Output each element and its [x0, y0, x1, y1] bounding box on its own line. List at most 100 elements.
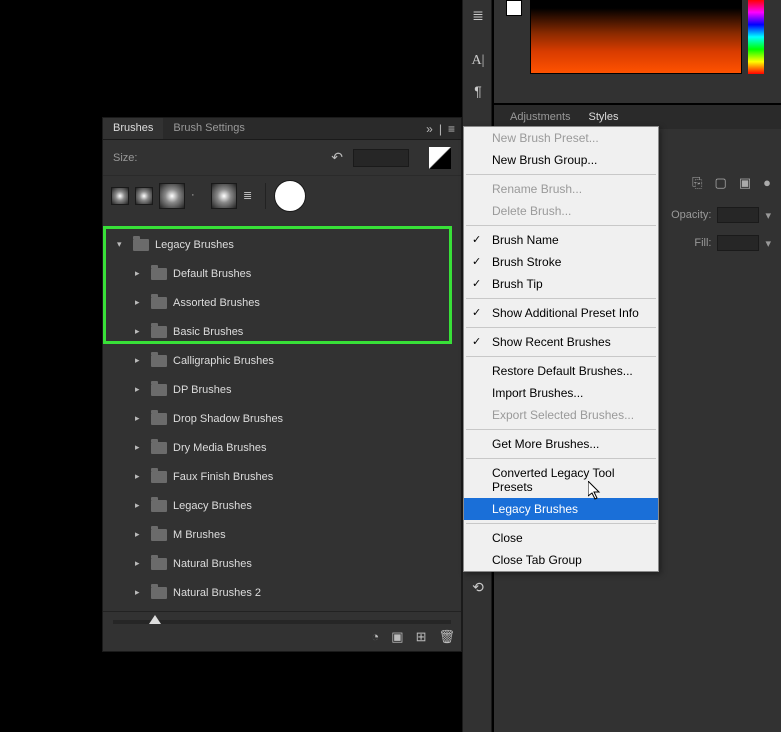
folder-icon — [151, 297, 167, 309]
panel-footer: ◔ ▣ ⊞ 🗑 — [103, 611, 461, 651]
character-icon[interactable]: A| — [463, 46, 493, 76]
tree-item[interactable]: ▸Drop Shadow Brushes — [107, 404, 457, 433]
expand-icon[interactable]: » — [426, 122, 433, 136]
folder-icon — [151, 500, 167, 512]
menu-separator — [466, 429, 656, 430]
brush-tree: ▾ Legacy Brushes ▸Default Brushes ▸Assor… — [107, 230, 457, 609]
opacity-label: Opacity: — [671, 209, 711, 221]
menu-converted-legacy[interactable]: Converted Legacy Tool Presets — [464, 462, 658, 498]
transform-icons: ⎘ ▢ ▣ ● — [692, 175, 771, 191]
thumbnail-size-slider[interactable] — [113, 620, 451, 624]
tab-styles[interactable]: Styles — [589, 111, 619, 123]
size-row: Size: ↶ — [103, 140, 461, 176]
menu-separator — [466, 174, 656, 175]
tree-item[interactable]: ▸Legacy Brushes — [107, 491, 457, 520]
folder-icon — [151, 442, 167, 454]
hue-slider[interactable] — [748, 0, 764, 74]
caret-right-icon: ▸ — [135, 384, 145, 395]
menu-show-recent[interactable]: ✓Show Recent Brushes — [464, 331, 658, 353]
brush-thumb[interactable] — [135, 187, 153, 205]
menu-rename-brush[interactable]: Rename Brush... — [464, 178, 658, 200]
tree-root[interactable]: ▾ Legacy Brushes — [107, 230, 457, 259]
caret-right-icon: ▸ — [135, 326, 145, 337]
brush-thumb[interactable] — [211, 183, 237, 209]
dot-icon: · — [191, 189, 205, 203]
brushes-panel-menu: New Brush Preset... New Brush Group... R… — [463, 126, 659, 572]
menu-separator — [466, 523, 656, 524]
tab-brush-settings[interactable]: Brush Settings — [163, 118, 255, 139]
bounds-icon[interactable]: ▢ — [715, 175, 727, 191]
tree-item[interactable]: ▸Assorted Brushes — [107, 288, 457, 317]
tab-adjustments[interactable]: Adjustments — [510, 111, 571, 123]
check-icon: ✓ — [472, 255, 481, 268]
folder-icon — [151, 587, 167, 599]
tree-item[interactable]: ▸Natural Brushes 2 — [107, 578, 457, 607]
preview-toggle-icon[interactable]: ◔ — [371, 629, 379, 645]
folder-icon — [151, 413, 167, 425]
brush-preview-swatch[interactable] — [429, 147, 451, 169]
foreground-swatch[interactable] — [506, 0, 522, 16]
cursor-icon — [588, 481, 602, 501]
brush-thumb[interactable] — [159, 183, 185, 209]
tree-item[interactable]: ▸Natural Brushes — [107, 549, 457, 578]
chevron-down-icon[interactable]: ▾ — [765, 209, 771, 222]
tree-item[interactable]: ▸ DP Brushes — [107, 375, 457, 404]
tree-item[interactable]: ▸Calligraphic Brushes — [107, 346, 457, 375]
menu-restore-default[interactable]: Restore Default Brushes... — [464, 360, 658, 382]
save-preset-icon[interactable]: ▣ — [391, 629, 403, 645]
brush-thumb-large[interactable] — [274, 180, 306, 212]
chevron-down-icon[interactable]: ▾ — [765, 237, 771, 250]
menu-new-brush-preset[interactable]: New Brush Preset... — [464, 127, 658, 149]
separator — [265, 183, 266, 209]
tree-label: Assorted Brushes — [173, 297, 260, 309]
menu-new-brush-group[interactable]: New Brush Group... — [464, 149, 658, 171]
align-icon[interactable]: ▣ — [739, 175, 751, 191]
caret-right-icon: ▸ — [135, 268, 145, 279]
tree-item[interactable]: ▸Basic Brushes — [107, 317, 457, 346]
tree-label: Legacy Brushes — [173, 500, 252, 512]
opacity-field[interactable] — [717, 207, 759, 223]
history-icon[interactable]: ⟲ — [463, 572, 493, 602]
tab-brushes[interactable]: Brushes — [103, 118, 163, 139]
menu-brush-stroke[interactable]: ✓Brush Stroke — [464, 251, 658, 273]
size-input[interactable] — [353, 149, 409, 167]
slider-knob[interactable] — [149, 615, 161, 624]
panel-menu-icon[interactable]: ≡ — [448, 122, 455, 136]
trash-icon[interactable]: 🗑 — [438, 629, 455, 645]
menu-separator — [466, 356, 656, 357]
menu-separator — [466, 298, 656, 299]
menu-import-brushes[interactable]: Import Brushes... — [464, 382, 658, 404]
tree-label: DP Brushes — [173, 384, 232, 396]
menu-close[interactable]: Close — [464, 527, 658, 549]
paragraph-styles-icon[interactable]: ≣ — [463, 0, 493, 30]
brush-thumbs: · ≣ — [103, 176, 461, 216]
link-icon[interactable]: ⎘ — [692, 175, 702, 191]
menu-close-tab-group[interactable]: Close Tab Group — [464, 549, 658, 571]
menu-brush-tip[interactable]: ✓Brush Tip — [464, 273, 658, 295]
caret-right-icon: ▸ — [135, 355, 145, 366]
brushes-panel: Brushes Brush Settings » | ≡ Size: ↶ · ≣ — [102, 117, 462, 652]
tree-item[interactable]: ▸M Brushes — [107, 520, 457, 549]
tree-item[interactable]: ▸Dry Media Brushes — [107, 433, 457, 462]
folder-icon — [151, 558, 167, 570]
folder-icon — [151, 326, 167, 338]
sliders-icon[interactable]: ≣ — [243, 189, 257, 203]
tree-label: Faux Finish Brushes — [173, 471, 273, 483]
brush-thumb[interactable] — [111, 187, 129, 205]
size-label: Size: — [113, 152, 137, 164]
tree-item[interactable]: ▸Faux Finish Brushes — [107, 462, 457, 491]
color-field[interactable] — [530, 0, 742, 74]
menu-delete-brush[interactable]: Delete Brush... — [464, 200, 658, 222]
menu-export-brushes[interactable]: Export Selected Brushes... — [464, 404, 658, 426]
menu-show-additional[interactable]: ✓Show Additional Preset Info — [464, 302, 658, 324]
folder-icon — [151, 268, 167, 280]
fill-field[interactable] — [717, 235, 759, 251]
menu-legacy-brushes[interactable]: Legacy Brushes — [464, 498, 658, 520]
menu-brush-name[interactable]: ✓Brush Name — [464, 229, 658, 251]
paragraph-icon[interactable]: ¶ — [463, 76, 493, 106]
flip-icon[interactable]: ↶ — [331, 149, 343, 166]
check-icon: ✓ — [472, 306, 481, 319]
tree-item[interactable]: ▸Default Brushes — [107, 259, 457, 288]
menu-get-more[interactable]: Get More Brushes... — [464, 433, 658, 455]
new-group-icon[interactable]: ⊞ — [416, 629, 427, 645]
